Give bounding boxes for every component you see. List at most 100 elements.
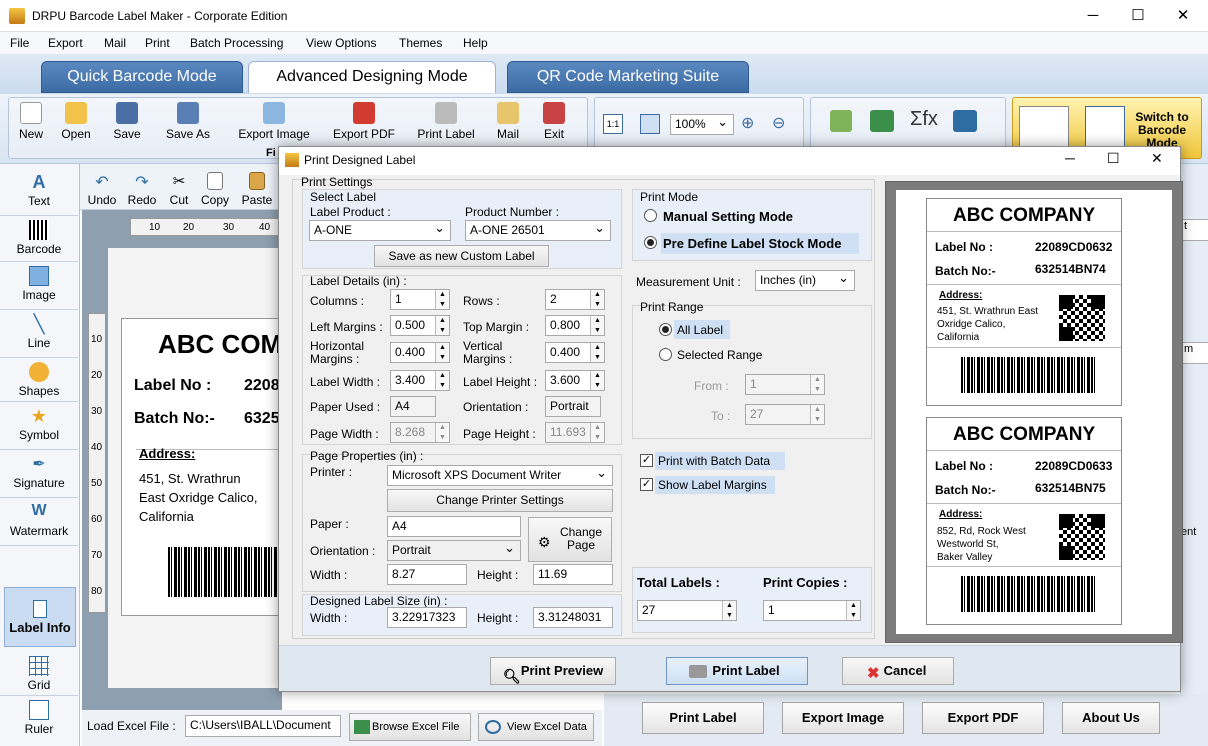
- columns-input[interactable]: 1 ▲ ▼: [390, 289, 450, 310]
- watermark-tool[interactable]: W Watermark: [0, 502, 78, 546]
- left-margins-input[interactable]: 0.500 ▲ ▼: [390, 315, 450, 336]
- batch-data-checkbox[interactable]: ✓: [640, 454, 653, 467]
- print-preview-button[interactable]: 🔍︎ Print Preview: [490, 657, 616, 685]
- left-margins-spinner[interactable]: ▲ ▼: [435, 316, 449, 335]
- menu-mail[interactable]: Mail: [104, 36, 126, 50]
- bottom-export-image-button[interactable]: Export Image: [782, 702, 904, 734]
- page-props-width-input[interactable]: 8.27: [387, 564, 467, 585]
- menu-file[interactable]: File: [10, 36, 29, 50]
- menu-batch[interactable]: Batch Processing: [190, 36, 283, 50]
- menu-help[interactable]: Help: [463, 36, 488, 50]
- text-tool[interactable]: A Text: [0, 172, 78, 216]
- menu-print[interactable]: Print: [145, 36, 170, 50]
- dialog-maximize-icon[interactable]: ☐: [1107, 150, 1120, 167]
- designed-height-input[interactable]: 3.31248031: [533, 607, 613, 628]
- save-as-button[interactable]: Save As: [162, 102, 214, 141]
- tab-quick-barcode[interactable]: Quick Barcode Mode: [41, 61, 243, 93]
- minimize-icon[interactable]: ─: [1070, 0, 1116, 31]
- open-button[interactable]: Open: [58, 102, 94, 141]
- label-product-select[interactable]: A-ONE: [309, 220, 451, 241]
- excel-icon[interactable]: [870, 110, 894, 132]
- columns-spinner[interactable]: ▲ ▼: [435, 290, 449, 309]
- printer-select[interactable]: Microsoft XPS Document Writer: [387, 465, 613, 486]
- rows-spinner[interactable]: ▲ ▼: [590, 290, 604, 309]
- fit-page-icon[interactable]: [640, 114, 660, 134]
- label-height-spinner[interactable]: ▲ ▼: [590, 371, 604, 390]
- total-labels-input[interactable]: 27 ▲ ▼: [637, 600, 737, 621]
- page-props-height-input[interactable]: 11.69: [533, 564, 613, 585]
- cut-button[interactable]: ✂ Cut: [166, 172, 192, 207]
- tab-qr-marketing[interactable]: QR Code Marketing Suite: [507, 61, 749, 93]
- signature-tool[interactable]: ✒ Signature: [0, 454, 78, 498]
- print-copies-input[interactable]: 1 ▲ ▼: [763, 600, 861, 621]
- new-button[interactable]: New: [15, 102, 47, 141]
- top-margin-input[interactable]: 0.800 ▲ ▼: [545, 315, 605, 336]
- ruler-tool[interactable]: Ruler: [0, 700, 78, 742]
- predefine-mode-radio[interactable]: [644, 236, 657, 249]
- zoom-out-icon[interactable]: ⊖: [772, 113, 785, 133]
- actual-size-icon[interactable]: 1:1: [603, 114, 623, 134]
- product-number-select[interactable]: A-ONE 26501: [465, 220, 611, 241]
- menu-view[interactable]: View Options: [306, 36, 376, 50]
- browse-excel-button[interactable]: Browse Excel File: [349, 713, 471, 741]
- symbol-tool[interactable]: ★ Symbol: [0, 406, 78, 450]
- paste-button[interactable]: Paste: [239, 172, 275, 207]
- change-printer-button[interactable]: Change Printer Settings: [387, 489, 613, 512]
- view-excel-button[interactable]: View Excel Data: [478, 713, 594, 741]
- print-label-button[interactable]: Print Label: [412, 102, 480, 141]
- menu-themes[interactable]: Themes: [399, 36, 442, 50]
- formula-icon[interactable]: Σfx: [910, 108, 938, 131]
- close-icon[interactable]: ✕: [1160, 0, 1206, 31]
- dialog-minimize-icon[interactable]: ─: [1065, 150, 1075, 166]
- measurement-unit-select[interactable]: Inches (in): [755, 270, 855, 291]
- label-width-input[interactable]: 3.400 ▲ ▼: [390, 370, 450, 391]
- image-tool[interactable]: Image: [0, 266, 78, 310]
- print-copies-spinner[interactable]: ▲ ▼: [846, 601, 860, 620]
- save-button[interactable]: Save: [110, 102, 144, 141]
- barcode-tool[interactable]: Barcode: [0, 220, 78, 262]
- manual-mode-radio[interactable]: [644, 209, 657, 222]
- mail-button[interactable]: Mail: [494, 102, 522, 141]
- edit-icon[interactable]: [830, 110, 852, 132]
- maximize-icon[interactable]: ☐: [1115, 0, 1161, 31]
- change-page-button[interactable]: ⚙ Change Page: [528, 517, 612, 562]
- zoom-select[interactable]: 100%: [670, 114, 734, 135]
- line-tool[interactable]: ╲ Line: [0, 314, 78, 358]
- page-orientation-select[interactable]: Portrait: [387, 540, 521, 561]
- cancel-button[interactable]: ✖ Cancel: [842, 657, 954, 685]
- selected-range-radio[interactable]: [659, 348, 672, 361]
- label-height-input[interactable]: 3.600 ▲ ▼: [545, 370, 605, 391]
- h-margins-input[interactable]: 0.400 ▲ ▼: [390, 342, 450, 363]
- shapes-tool[interactable]: Shapes: [0, 362, 78, 402]
- bottom-print-label-button[interactable]: Print Label: [642, 702, 764, 734]
- h-margins-spinner[interactable]: ▲ ▼: [435, 343, 449, 362]
- total-labels-spinner[interactable]: ▲ ▼: [722, 601, 736, 620]
- top-margin-spinner[interactable]: ▲ ▼: [590, 316, 604, 335]
- all-label-radio[interactable]: [659, 323, 672, 336]
- show-margins-checkbox[interactable]: ✓: [640, 478, 653, 491]
- v-margins-spinner[interactable]: ▲ ▼: [590, 343, 604, 362]
- menu-export[interactable]: Export: [48, 36, 83, 50]
- exit-button[interactable]: Exit: [540, 102, 568, 141]
- dialog-print-label-button[interactable]: Print Label: [666, 657, 808, 685]
- rows-input[interactable]: 2 ▲ ▼: [545, 289, 605, 310]
- export-image-button[interactable]: Export Image: [232, 102, 316, 141]
- redo-button[interactable]: ↷ Redo: [127, 172, 157, 207]
- transfer-icon[interactable]: [953, 110, 977, 132]
- label-width-spinner[interactable]: ▲ ▼: [435, 371, 449, 390]
- grid-tool[interactable]: Grid: [0, 656, 78, 696]
- bottom-export-pdf-button[interactable]: Export PDF: [922, 702, 1044, 734]
- paper-input[interactable]: A4: [387, 516, 521, 537]
- v-margins-input[interactable]: 0.400 ▲ ▼: [545, 342, 605, 363]
- label-info-tool[interactable]: Label Info: [4, 587, 76, 647]
- zoom-in-icon[interactable]: ⊕: [741, 113, 754, 133]
- tab-advanced-designing[interactable]: Advanced Designing Mode: [248, 61, 496, 93]
- copy-button[interactable]: Copy: [199, 172, 231, 207]
- save-custom-label-button[interactable]: Save as new Custom Label: [374, 245, 549, 267]
- dialog-close-icon[interactable]: ✕: [1151, 150, 1163, 167]
- undo-button[interactable]: ↶ Undo: [87, 172, 117, 207]
- canvas-label[interactable]: ABC COMP Label No : 2208 Batch No:- 6325…: [121, 318, 300, 616]
- excel-path-input[interactable]: C:\Users\IBALL\Document: [185, 715, 341, 737]
- about-us-button[interactable]: About Us: [1062, 702, 1160, 734]
- designed-width-input[interactable]: 3.22917323: [387, 607, 467, 628]
